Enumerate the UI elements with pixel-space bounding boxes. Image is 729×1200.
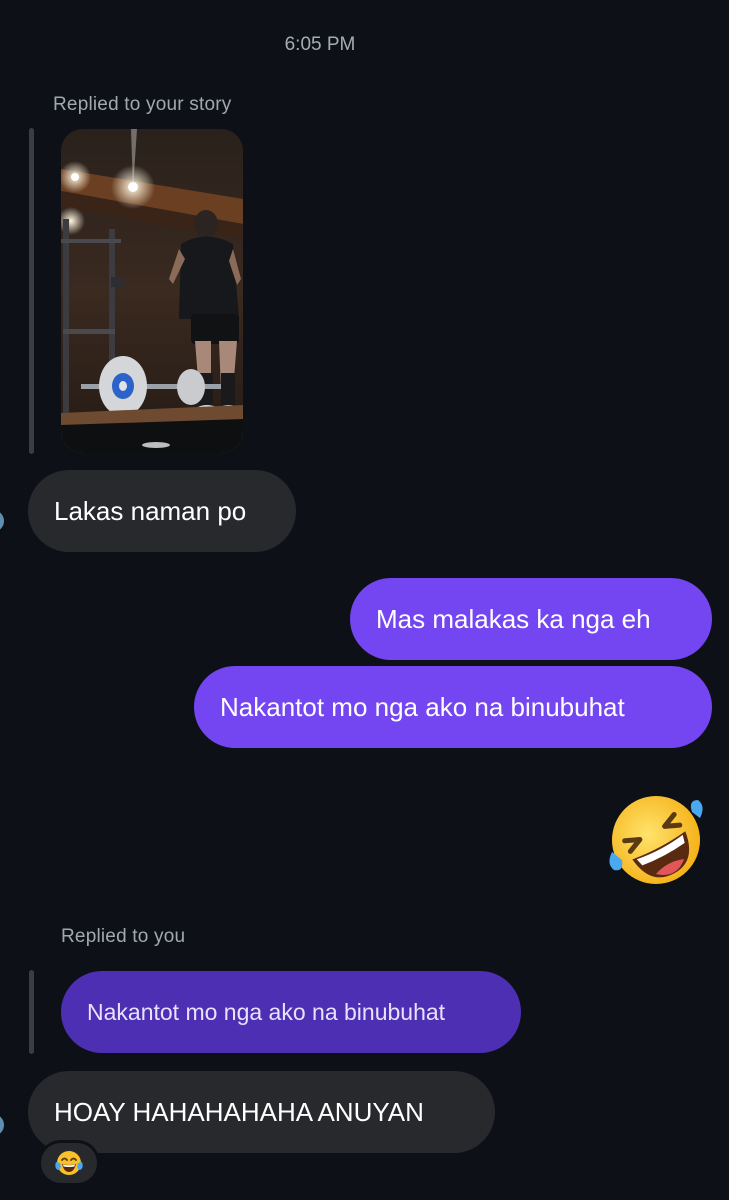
message-timestamp: 6:05 PM: [284, 34, 356, 55]
sent-message-bubble[interactable]: Mas malakas ka nga eh: [350, 578, 712, 660]
reply-indicator-bar: [29, 970, 34, 1054]
quoted-message-bubble[interactable]: Nakantot mo nga ako na binubuhat: [61, 971, 521, 1053]
sent-message-bubble[interactable]: Nakantot mo nga ako na binubuhat: [194, 666, 712, 748]
story-thumbnail[interactable]: [61, 129, 243, 453]
reply-label: Replied to you: [61, 926, 186, 947]
message-text: Lakas naman po: [54, 496, 247, 526]
received-message-bubble[interactable]: HOAY HAHAHAHAHA ANUYAN: [28, 1071, 495, 1153]
message-reaction[interactable]: [38, 1140, 100, 1186]
quoted-message-text: Nakantot mo nga ako na binubuhat: [87, 998, 446, 1025]
message-text: Nakantot mo nga ako na binubuhat: [220, 692, 625, 722]
contact-avatar[interactable]: [0, 510, 4, 532]
message-text: Mas malakas ka nga eh: [376, 604, 651, 634]
rolling-on-floor-laughing-emoji[interactable]: [606, 790, 706, 890]
gym-story-image: [61, 129, 243, 453]
contact-avatar[interactable]: [0, 1114, 4, 1136]
message-text: HOAY HAHAHAHAHA ANUYAN: [54, 1097, 424, 1127]
received-message-bubble[interactable]: Lakas naman po: [28, 470, 296, 552]
tears-of-joy-icon: [55, 1151, 83, 1175]
story-reply-label: Replied to your story: [53, 94, 232, 115]
reply-indicator-bar: [29, 128, 34, 454]
rofl-emoji-icon: [609, 796, 703, 884]
